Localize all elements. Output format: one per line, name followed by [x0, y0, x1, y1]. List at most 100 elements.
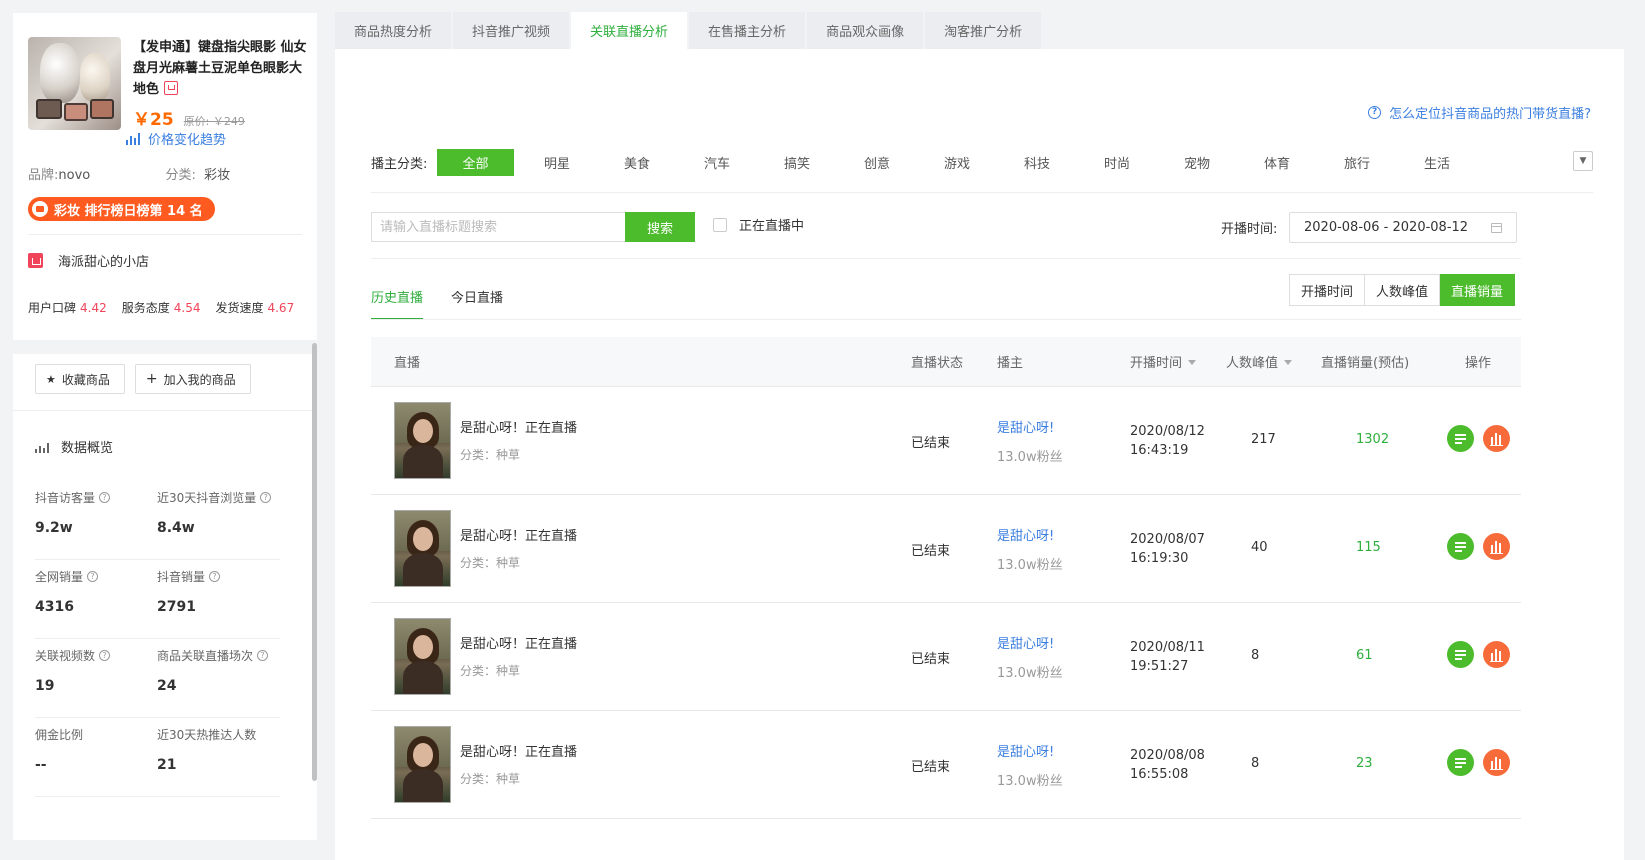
help-icon[interactable]: ?: [260, 492, 272, 503]
anchor-fans: 13.0w粉丝: [997, 774, 1063, 789]
help-link[interactable]: ? 怎么定位抖音商品的热门带货直播?: [1368, 103, 1591, 122]
calendar-icon: [1491, 223, 1502, 233]
anchor-link[interactable]: 是甜心呀!: [997, 633, 1054, 652]
tab-live-analysis[interactable]: 关联直播分析: [571, 12, 688, 49]
live-title[interactable]: 是甜心呀！正在直播: [460, 633, 577, 652]
shop-icon: [28, 253, 43, 268]
anchor-link[interactable]: 是甜心呀!: [997, 741, 1054, 760]
header-time-sort[interactable]: 开播时间: [1130, 352, 1197, 371]
sort-by-sales-button[interactable]: 直播销量: [1440, 274, 1516, 306]
start-time: 2020/08/07 16:19:30: [1130, 532, 1205, 566]
live-sales: 115: [1356, 540, 1381, 555]
caret-down-icon: [1284, 360, 1293, 365]
start-time: 2020/08/08 16:55:08: [1130, 748, 1205, 782]
favorite-button[interactable]: ★ 收藏商品: [35, 364, 125, 394]
anchor-link[interactable]: 是甜心呀!: [997, 417, 1054, 436]
tab-heat-analysis[interactable]: 商品热度分析: [335, 12, 452, 49]
help-icon[interactable]: ?: [99, 492, 111, 503]
category-travel[interactable]: 旅行: [1317, 149, 1397, 176]
checkbox-box[interactable]: [713, 217, 727, 232]
start-time: 2020/08/11 19:51:27: [1130, 640, 1205, 674]
tab-history-live[interactable]: 历史直播: [371, 287, 424, 320]
peak-viewers: 8: [1251, 648, 1260, 663]
live-sales: 61: [1356, 648, 1373, 663]
overview-title: 数据概览: [35, 437, 113, 456]
live-sub-tabs: 历史直播 今日直播: [371, 287, 531, 320]
analysis-tabs: 商品热度分析 抖音推广视频 关联直播分析 在售播主分析 商品观众画像 淘客推广分…: [335, 12, 1043, 49]
detail-list-icon[interactable]: [1447, 533, 1474, 560]
help-icon[interactable]: ?: [87, 571, 99, 582]
analytics-bar-icon[interactable]: [1483, 533, 1510, 560]
add-product-button[interactable]: + 加入我的商品: [134, 364, 251, 394]
sidebar-scrollbar[interactable]: [312, 343, 317, 781]
category-sports[interactable]: 体育: [1237, 149, 1317, 176]
detail-list-icon[interactable]: [1447, 641, 1474, 668]
divider: [371, 258, 1521, 259]
header-peak-sort[interactable]: 人数峰值: [1226, 352, 1293, 371]
help-icon[interactable]: ?: [257, 650, 269, 661]
category-game[interactable]: 游戏: [917, 149, 997, 176]
anchor-fans: 13.0w粉丝: [997, 450, 1063, 465]
table-row: 是甜心呀！正在直播 分类：种草 已结束 是甜心呀! 13.0w粉丝 2020/0…: [371, 495, 1521, 603]
live-title[interactable]: 是甜心呀！正在直播: [460, 741, 577, 760]
sort-by-peak-button[interactable]: 人数峰值: [1365, 274, 1441, 306]
search-button[interactable]: 搜索: [625, 212, 695, 242]
analytics-bar-icon[interactable]: [1483, 425, 1510, 452]
detail-list-icon[interactable]: [1447, 425, 1474, 452]
help-icon[interactable]: ?: [99, 650, 111, 661]
live-title[interactable]: 是甜心呀！正在直播: [460, 417, 577, 436]
category-food[interactable]: 美食: [597, 149, 677, 176]
score-shipping: 发货速度 4.67: [215, 301, 295, 315]
sort-by-time-button[interactable]: 开播时间: [1289, 274, 1366, 306]
category-life[interactable]: 生活: [1397, 149, 1477, 176]
category-tech[interactable]: 科技: [997, 149, 1077, 176]
price-trend-link[interactable]: 价格变化趋势: [126, 129, 226, 148]
tab-promo-videos[interactable]: 抖音推广视频: [453, 12, 570, 49]
peak-viewers: 8: [1251, 756, 1260, 771]
date-range-picker[interactable]: 2020-08-06 - 2020-08-12: [1289, 212, 1517, 243]
category-car[interactable]: 汽车: [677, 149, 757, 176]
live-title[interactable]: 是甜心呀！正在直播: [460, 525, 577, 544]
category-creative[interactable]: 创意: [837, 149, 917, 176]
table-header: 直播 直播状态 播主 开播时间 人数峰值 直播销量(预估) 操作: [371, 337, 1521, 387]
analytics-bar-icon[interactable]: [1483, 749, 1510, 776]
live-cover-image[interactable]: [394, 510, 451, 587]
category-all[interactable]: 全部: [437, 149, 514, 176]
product-title[interactable]: 【发申通】键盘指尖眼影 仙女盘月光麻薯土豆泥单色眼影大地色: [133, 37, 308, 100]
stat-live-sessions: 商品关联直播场次? 24: [157, 647, 279, 717]
shop-bag-icon: [32, 201, 48, 217]
live-now-checkbox[interactable]: 正在直播中: [713, 215, 804, 234]
tab-taoke-analysis[interactable]: 淘客推广分析: [925, 12, 1042, 49]
live-cover-image[interactable]: [394, 402, 451, 479]
live-status: 已结束: [911, 544, 951, 559]
live-category: 分类：种草: [460, 556, 521, 570]
live-cover-image[interactable]: [394, 618, 451, 695]
rank-badge[interactable]: 彩妆 排行榜日榜第 14 名: [28, 197, 215, 221]
tab-anchor-analysis[interactable]: 在售播主分析: [689, 12, 806, 49]
live-title-search-input[interactable]: [371, 212, 625, 242]
anchor-link[interactable]: 是甜心呀!: [997, 525, 1054, 544]
detail-list-icon[interactable]: [1447, 749, 1474, 776]
stat-visitors: 抖音访客量? 9.2w: [35, 489, 157, 559]
live-cover-image[interactable]: [394, 726, 451, 803]
divider: [13, 410, 312, 411]
header-live: 直播: [394, 356, 421, 371]
shop-link[interactable]: 海派甜心的小店: [28, 251, 149, 270]
anchor-fans: 13.0w粉丝: [997, 666, 1063, 681]
shop-scores: 用户口碑 4.42 服务态度 4.54 发货速度 4.67: [28, 299, 309, 316]
chevron-down-icon[interactable]: ▼: [1573, 151, 1593, 171]
tab-today-live[interactable]: 今日直播: [451, 287, 503, 320]
stats-row: 佣金比例 -- 近30天热推达人数 21: [35, 718, 280, 797]
help-icon[interactable]: ?: [209, 571, 221, 582]
category-funny[interactable]: 搞笑: [757, 149, 837, 176]
category-pet[interactable]: 宠物: [1157, 149, 1237, 176]
category-fashion[interactable]: 时尚: [1077, 149, 1157, 176]
stats-row: 关联视频数? 19 商品关联直播场次? 24: [35, 639, 280, 718]
category-star[interactable]: 明星: [517, 149, 597, 176]
live-category: 分类：种草: [460, 664, 521, 678]
live-status: 已结束: [911, 652, 951, 667]
current-price: ￥25: [133, 110, 174, 130]
tab-audience-profile[interactable]: 商品观众画像: [807, 12, 924, 49]
product-image[interactable]: [28, 37, 121, 130]
analytics-bar-icon[interactable]: [1483, 641, 1510, 668]
